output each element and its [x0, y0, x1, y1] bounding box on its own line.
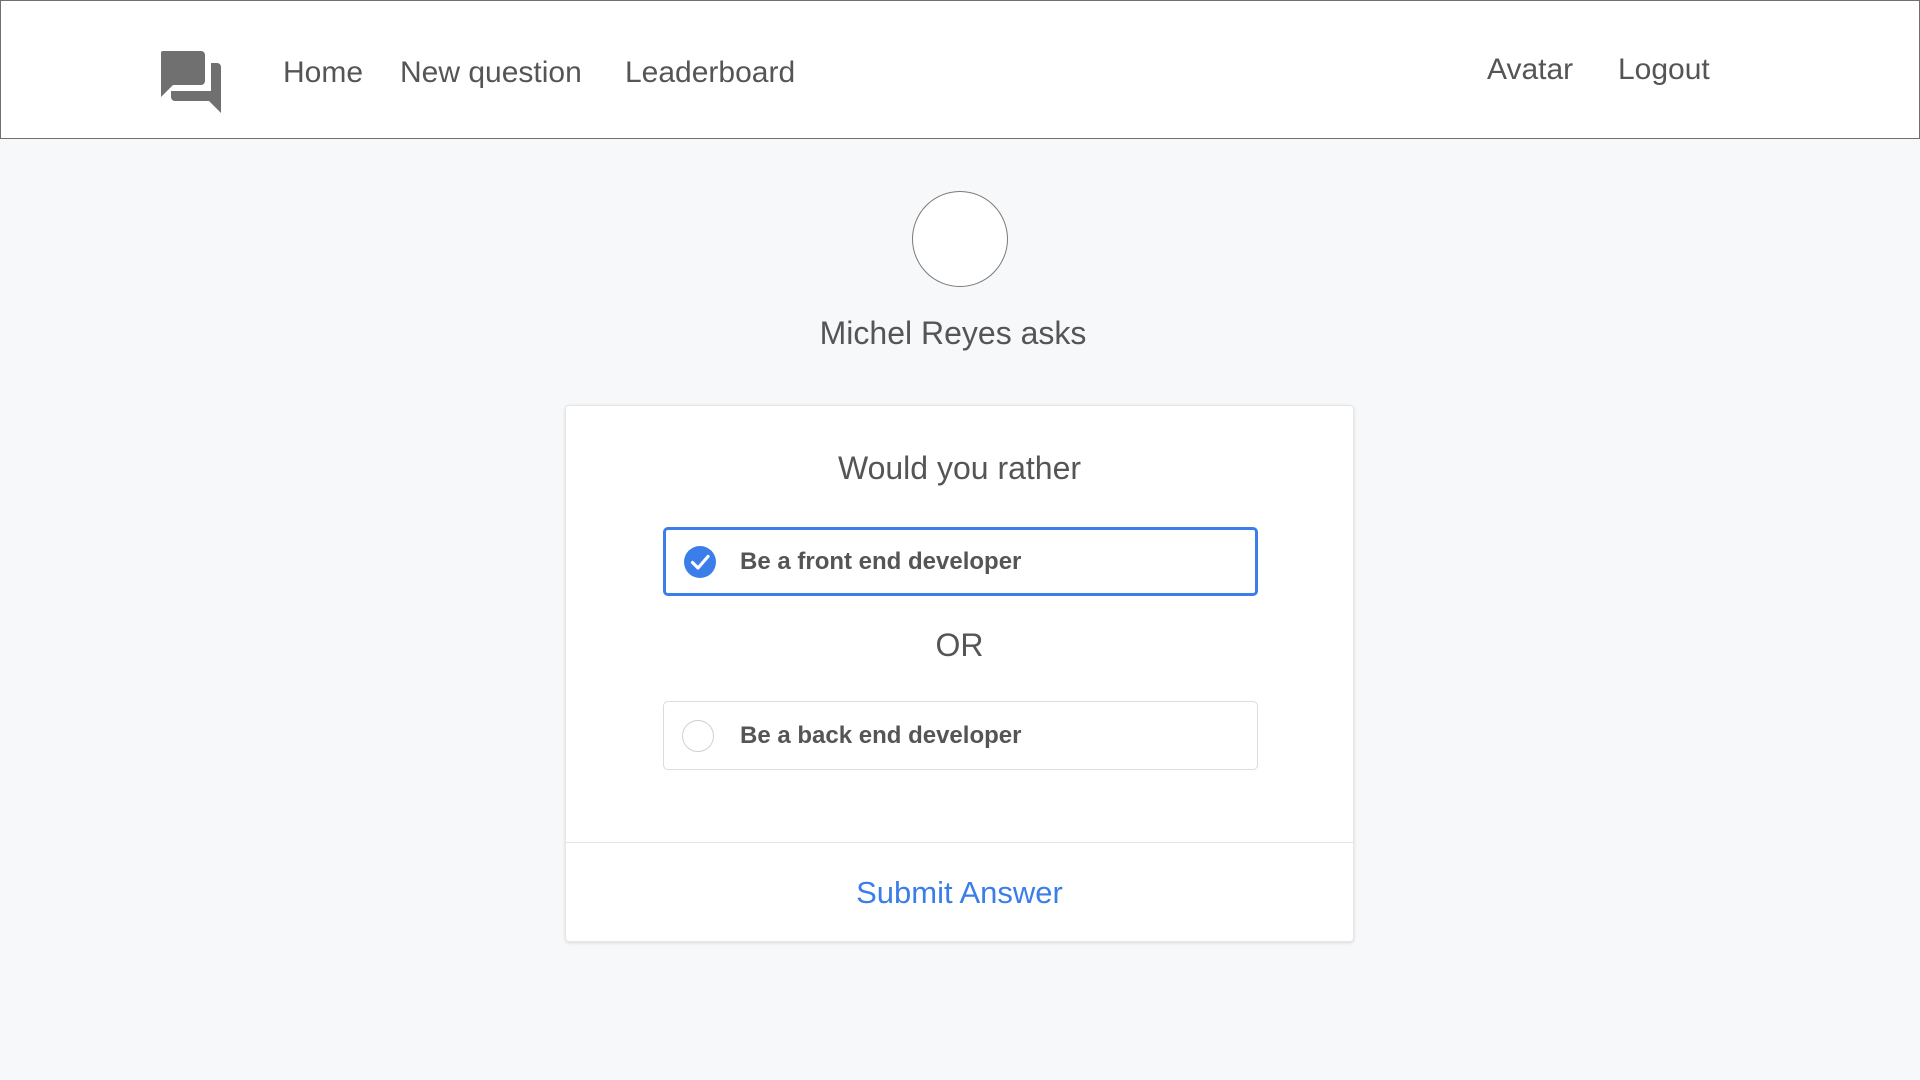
- nav-new-question-link[interactable]: New question: [400, 55, 582, 91]
- top-navbar: Home New question Leaderboard Avatar Log…: [0, 0, 1920, 139]
- option-one-label: Be a front end developer: [740, 547, 1022, 575]
- nav-avatar-link[interactable]: Avatar: [1487, 52, 1573, 88]
- nav-home-link[interactable]: Home: [283, 55, 363, 91]
- option-one[interactable]: Be a front end developer: [663, 527, 1258, 596]
- nav-logout-link[interactable]: Logout: [1618, 52, 1710, 88]
- submit-answer-button[interactable]: Submit Answer: [566, 843, 1353, 942]
- nav-leaderboard-link[interactable]: Leaderboard: [625, 55, 795, 91]
- question-answer-icon[interactable]: [161, 51, 221, 113]
- author-avatar: [912, 191, 1008, 287]
- question-card: Would you rather Be a front end develope…: [565, 405, 1354, 942]
- option-two-label: Be a back end developer: [740, 721, 1022, 749]
- option-two[interactable]: Be a back end developer: [663, 701, 1258, 770]
- author-asks-heading: Michel Reyes asks: [819, 315, 1087, 351]
- or-separator: OR: [935, 627, 984, 663]
- radio-unchecked-icon[interactable]: [682, 719, 714, 752]
- checkmark-icon[interactable]: [684, 545, 716, 578]
- question-title: Would you rather: [837, 450, 1082, 486]
